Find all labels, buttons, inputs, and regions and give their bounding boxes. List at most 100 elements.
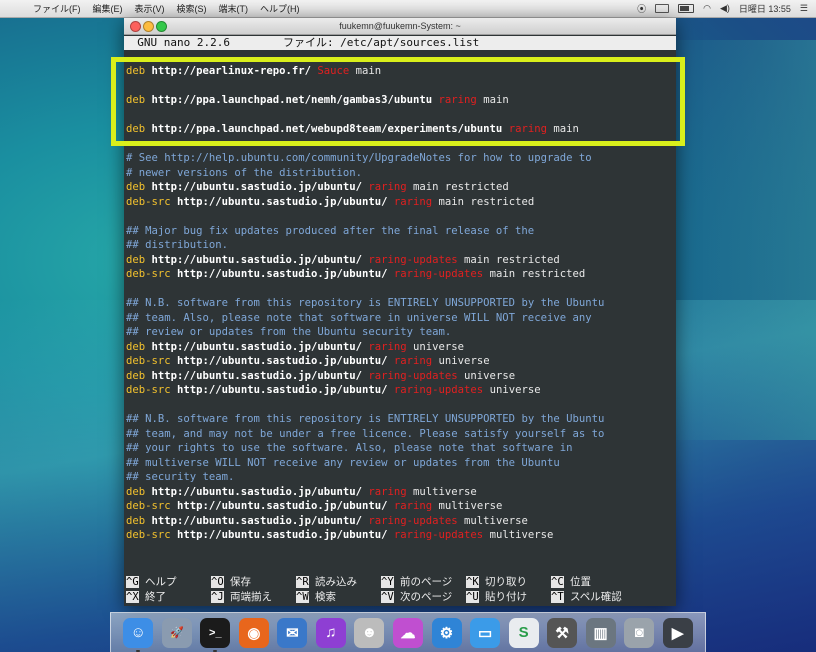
- menu-search[interactable]: 検索(S): [177, 2, 207, 15]
- close-icon[interactable]: [130, 21, 141, 32]
- line-segment: deb: [126, 514, 146, 527]
- menu-file[interactable]: ファイル(F): [33, 2, 81, 15]
- editor-line[interactable]: [126, 398, 674, 413]
- keyboard-icon[interactable]: [655, 4, 670, 13]
- shortcut-key: ^O: [211, 576, 224, 588]
- editor-line[interactable]: ## your rights to use the software. Also…: [126, 441, 674, 456]
- editor-line[interactable]: deb-src http://ubuntu.sastudio.jp/ubuntu…: [126, 354, 674, 369]
- shortcut-item[interactable]: ^Y 前のページ: [381, 575, 466, 590]
- editor-line[interactable]: deb http://ubuntu.sastudio.jp/ubuntu/ ra…: [126, 369, 674, 384]
- editor-line[interactable]: # newer versions of the distribution.: [126, 166, 674, 181]
- finder-icon[interactable]: ☺: [123, 617, 154, 652]
- editor-line[interactable]: deb http://ubuntu.sastudio.jp/ubuntu/ ra…: [126, 340, 674, 355]
- menu-terminal[interactable]: 端末(T): [219, 2, 249, 15]
- line-segment: raring-updates: [393, 268, 484, 280]
- editor-line[interactable]: deb http://ubuntu.sastudio.jp/ubuntu/ ra…: [126, 180, 674, 195]
- editor-line[interactable]: [126, 209, 674, 224]
- editor-line[interactable]: [126, 108, 674, 123]
- shortcut-item[interactable]: ^T スペル確認: [551, 590, 636, 605]
- menu-help[interactable]: ヘルプ(H): [260, 2, 300, 15]
- editor-line[interactable]: # See http://help.ubuntu.com/community/U…: [126, 151, 674, 166]
- line-segment: raring-updates: [393, 529, 484, 541]
- editor-line[interactable]: ## N.B. software from this repository is…: [126, 412, 674, 427]
- line-segment: deb-src: [126, 384, 171, 396]
- camera-icon[interactable]: ◙: [624, 617, 655, 648]
- shortcut-item[interactable]: ^R 読み込み: [296, 575, 381, 590]
- minimize-icon[interactable]: [143, 21, 154, 32]
- list-icon[interactable]: ☰: [800, 3, 808, 14]
- editor-line[interactable]: deb http://ubuntu.sastudio.jp/ubuntu/ ra…: [126, 253, 674, 268]
- tool-icon[interactable]: ⚒: [547, 617, 578, 648]
- editor-line[interactable]: deb http://ppa.launchpad.net/webupd8team…: [126, 122, 674, 137]
- launchpad-icon[interactable]: 🚀: [161, 617, 192, 648]
- display-icon[interactable]: ▭: [470, 617, 501, 648]
- nano-shortcut-bar: ^G ヘルプ ^O 保存 ^R 読み込み ^Y 前のページ ^K 切り取り ^C 位置 ^X…: [126, 575, 674, 605]
- editor-line[interactable]: ## multiverse WILL NOT receive any revie…: [126, 456, 674, 471]
- line-segment: by the Ubuntu: [515, 413, 605, 425]
- editor-line[interactable]: deb http://ubuntu.sastudio.jp/ubuntu/ ra…: [126, 485, 674, 500]
- line-segment: http://ubuntu.sastudio.jp/ubuntu/: [170, 355, 394, 367]
- itunes-icon[interactable]: ♫: [315, 617, 346, 648]
- shortcut-item[interactable]: ^W 検索: [296, 590, 381, 605]
- line-segment: http://pearlinux-repo.fr/: [145, 65, 318, 77]
- line-segment: universe: [432, 355, 490, 367]
- battery-icon[interactable]: [678, 4, 695, 13]
- editor-line[interactable]: ## security team.: [126, 470, 674, 485]
- editor-line[interactable]: [126, 79, 674, 94]
- shortcut-item[interactable]: ^C 位置: [551, 575, 636, 590]
- maximize-icon[interactable]: [156, 21, 167, 32]
- shortcut-item[interactable]: ^K 切り取り: [466, 575, 551, 590]
- shortcut-label: 位置: [563, 576, 591, 588]
- shortcut-item[interactable]: ^O 保存: [211, 575, 296, 590]
- thunderbird-icon[interactable]: ✉: [277, 617, 308, 648]
- line-segment: universe: [483, 384, 541, 396]
- line-segment: deb: [126, 94, 146, 106]
- editor-line[interactable]: deb http://pearlinux-repo.fr/ Sauce main: [126, 64, 674, 79]
- shortcut-item[interactable]: ^V 次のページ: [381, 590, 466, 605]
- menu-bar: ファイル(F) 編集(E) 表示(V) 検索(S) 端末(T) ヘルプ(H) ⦿…: [0, 0, 816, 18]
- shortcut-item[interactable]: ^U 貼り付け: [466, 590, 551, 605]
- contacts-icon[interactable]: ☻: [354, 617, 385, 648]
- editor-line[interactable]: deb http://ppa.launchpad.net/nemh/gambas…: [126, 93, 674, 108]
- editor-line[interactable]: deb-src http://ubuntu.sastudio.jp/ubuntu…: [126, 267, 674, 282]
- editor-line[interactable]: ## distribution.: [126, 238, 674, 253]
- search-icon[interactable]: ⦿: [637, 2, 646, 15]
- editor-line[interactable]: [126, 282, 674, 297]
- settings-icon[interactable]: ⚙: [431, 617, 462, 648]
- shortcut-item[interactable]: ^G ヘルプ: [126, 575, 211, 590]
- wifi-icon[interactable]: ◠: [703, 3, 711, 14]
- editor-line[interactable]: ## review or updates from the Ubuntu sec…: [126, 325, 674, 340]
- editor-line[interactable]: [126, 137, 674, 152]
- menu-view[interactable]: 表示(V): [135, 2, 165, 15]
- shortcut-item[interactable]: ^X 終了: [126, 590, 211, 605]
- line-segment: http://ubuntu.sastudio.jp/ubuntu/: [170, 384, 394, 396]
- terminal-icon[interactable]: >_: [200, 617, 231, 652]
- volume-icon[interactable]: ◀): [720, 3, 730, 14]
- line-segment: http://ubuntu.sastudio.jp/ubuntu/: [170, 529, 394, 541]
- shortcut-row: ^X 終了 ^J 両端揃え ^W 検索 ^V 次のページ ^U 貼り付け ^T スペル確認: [126, 590, 674, 605]
- editor-line[interactable]: ## team, and may not be under a free lic…: [126, 427, 674, 442]
- editor-line[interactable]: ## N.B. software from this repository is…: [126, 296, 674, 311]
- line-segment: main restricted: [432, 195, 535, 208]
- editor-line[interactable]: deb-src http://ubuntu.sastudio.jp/ubuntu…: [126, 383, 674, 398]
- editor-line[interactable]: deb http://ubuntu.sastudio.jp/ubuntu/ ra…: [126, 514, 674, 529]
- menu-edit[interactable]: 編集(E): [93, 2, 123, 15]
- editor-line[interactable]: deb-src http://ubuntu.sastudio.jp/ubuntu…: [126, 499, 674, 514]
- editor-line[interactable]: deb-src http://ubuntu.sastudio.jp/ubuntu…: [126, 528, 674, 543]
- shortcut-item[interactable]: ^J 両端揃え: [211, 590, 296, 605]
- editor-line[interactable]: ## Major bug fix updates produced after …: [126, 224, 674, 239]
- firefox-icon[interactable]: ◉: [238, 617, 269, 648]
- video-icon[interactable]: ▶: [662, 617, 693, 648]
- window-titlebar[interactable]: fuukemn@fuukemn-System: ~: [124, 18, 676, 35]
- editor-line[interactable]: ## team. Also, please note that software…: [126, 311, 674, 326]
- trash-icon[interactable]: ▥: [585, 617, 616, 648]
- shortcut-key: ^T: [551, 590, 564, 603]
- editor-content[interactable]: deb http://pearlinux-repo.fr/ Sauce main…: [126, 64, 674, 543]
- cloud-icon[interactable]: ☁: [392, 617, 423, 648]
- clock[interactable]: 日曜日 13:55: [739, 2, 791, 15]
- line-segment: http://ubuntu.sastudio.jp/ubuntu/: [145, 514, 369, 527]
- line-segment: Sauce: [317, 65, 350, 77]
- skype-icon[interactable]: S: [508, 617, 539, 648]
- line-segment: deb: [126, 65, 146, 77]
- editor-line[interactable]: deb-src http://ubuntu.sastudio.jp/ubuntu…: [126, 195, 674, 210]
